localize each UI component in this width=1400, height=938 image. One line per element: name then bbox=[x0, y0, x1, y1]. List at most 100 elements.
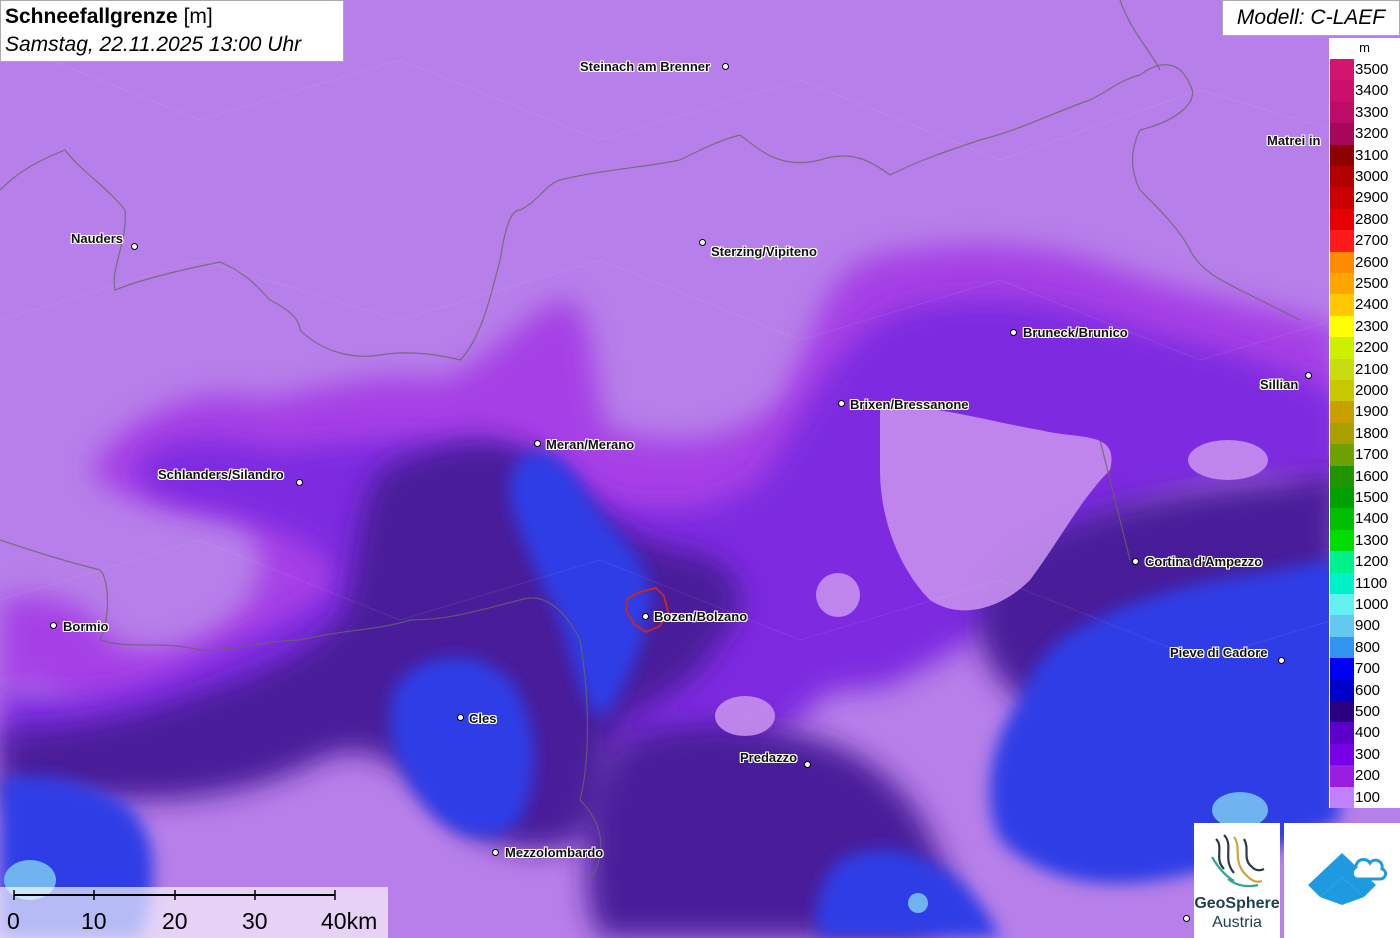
legend-row: 2700 bbox=[1329, 230, 1400, 252]
legend-label: 3300 bbox=[1355, 103, 1389, 121]
city-label-matrei: Matrei in bbox=[1267, 133, 1321, 148]
legend-label: 300 bbox=[1355, 745, 1381, 763]
legend-swatch bbox=[1330, 551, 1354, 573]
city-label-bozen: Bozen/Bolzano bbox=[654, 609, 748, 624]
city-label-bormio: Bormio bbox=[63, 619, 109, 634]
legend-swatch bbox=[1330, 658, 1354, 680]
legend-row: 400 bbox=[1329, 722, 1400, 744]
legend-swatch bbox=[1330, 636, 1354, 659]
legend-row: 2900 bbox=[1329, 187, 1400, 209]
legend-swatch bbox=[1330, 101, 1354, 124]
legend-label: 2200 bbox=[1355, 339, 1389, 357]
legend-row: 3100 bbox=[1329, 144, 1400, 166]
legend-row: 1400 bbox=[1329, 508, 1400, 530]
legend-label: 2100 bbox=[1355, 360, 1389, 378]
city-label-sillian: Sillian bbox=[1260, 377, 1299, 392]
scale-label-10: 10 bbox=[81, 908, 107, 934]
map-title: Schneefallgrenze [m] bbox=[5, 3, 339, 31]
legend-label: 700 bbox=[1355, 660, 1381, 678]
legend-swatch bbox=[1330, 166, 1354, 188]
model-label: Modell: C-LAEF bbox=[1222, 0, 1400, 36]
city-label-meran: Meran/Merano bbox=[546, 437, 635, 452]
legend-row: 100 bbox=[1329, 786, 1400, 808]
city-dot-steinach bbox=[722, 63, 729, 70]
legend-swatch bbox=[1330, 765, 1354, 787]
city-dot-brixen bbox=[838, 400, 845, 407]
legend-row: 2300 bbox=[1329, 315, 1400, 338]
legend-swatch bbox=[1330, 529, 1354, 552]
legend-swatch bbox=[1330, 315, 1354, 338]
legend-row: 1900 bbox=[1329, 401, 1400, 423]
legend-row: 2500 bbox=[1329, 273, 1400, 295]
legend-swatch bbox=[1330, 230, 1354, 252]
city-dot-nauders bbox=[131, 243, 138, 250]
legend-row: 2200 bbox=[1329, 337, 1400, 359]
legend-label: 1100 bbox=[1355, 574, 1388, 592]
legend-row: 3300 bbox=[1329, 101, 1400, 124]
legend-label: 2300 bbox=[1355, 317, 1389, 335]
legend-label: 400 bbox=[1355, 724, 1381, 742]
variable-name: Schneefallgrenze bbox=[5, 5, 178, 28]
city-label-brixen: Brixen/Bressanone bbox=[850, 397, 969, 412]
legend-label: 200 bbox=[1355, 767, 1381, 785]
city-dot-predazzo bbox=[804, 761, 811, 768]
legend-label: 2900 bbox=[1355, 189, 1389, 207]
legend-swatch bbox=[1330, 401, 1354, 423]
legend-swatch bbox=[1330, 679, 1354, 701]
city-dot-sillian bbox=[1305, 372, 1312, 379]
legend-swatch bbox=[1330, 743, 1354, 766]
legend-swatch bbox=[1330, 144, 1354, 166]
map-datetime: Samstag, 22.11.2025 13:00 Uhr bbox=[5, 33, 302, 56]
legend-swatch bbox=[1330, 422, 1354, 445]
legend-swatch bbox=[1330, 337, 1354, 359]
legend-swatch bbox=[1330, 701, 1354, 723]
legend-swatch bbox=[1330, 572, 1354, 594]
legend-label: 2000 bbox=[1355, 382, 1389, 399]
legend-label: 100 bbox=[1355, 788, 1381, 806]
variable-unit: [m] bbox=[183, 5, 213, 28]
city-dot-unlabeled bbox=[1183, 915, 1190, 922]
legend-row: 3400 bbox=[1329, 80, 1400, 102]
scale-label-20: 20 bbox=[162, 908, 188, 934]
legend-row: 2600 bbox=[1329, 251, 1400, 273]
legend-row: 300 bbox=[1329, 743, 1400, 766]
city-dot-pieve bbox=[1278, 657, 1285, 664]
legend-swatch bbox=[1330, 358, 1354, 380]
city-dot-bormio bbox=[50, 622, 57, 629]
city-dot-bozen bbox=[642, 613, 649, 620]
legend-row: 1300 bbox=[1329, 529, 1400, 552]
house-cloud-icon bbox=[1308, 853, 1388, 905]
geosphere-logo-icon bbox=[1211, 834, 1265, 888]
legend-label: 2700 bbox=[1355, 232, 1389, 250]
geosphere-logo[interactable]: GeoSphere Austria bbox=[1194, 823, 1280, 938]
legend-row: 600 bbox=[1329, 679, 1400, 701]
legend-row: 800 bbox=[1329, 636, 1400, 659]
legend-swatch bbox=[1330, 594, 1354, 616]
geosphere-logo-subtext: Austria bbox=[1212, 914, 1262, 931]
city-dot-bruneck bbox=[1010, 329, 1017, 336]
color-legend: m 3500 3400 3300 3200 3100 3000 2900 2800 2700 26… bbox=[1329, 38, 1400, 808]
legend-row: 1100 bbox=[1329, 572, 1400, 594]
weather-app-logo[interactable] bbox=[1284, 823, 1400, 938]
legend-label: 600 bbox=[1355, 681, 1381, 699]
legend-label: 3000 bbox=[1355, 168, 1389, 185]
city-label-mezzolombardo: Mezzolombardo bbox=[505, 845, 604, 860]
legend-swatch bbox=[1330, 465, 1354, 487]
legend-unit: m bbox=[1359, 40, 1370, 55]
legend-label: 1700 bbox=[1355, 446, 1389, 464]
legend-swatch bbox=[1330, 273, 1354, 295]
city-label-cortina: Cortina d'Ampezzo bbox=[1145, 554, 1263, 569]
legend-row: 1500 bbox=[1329, 487, 1400, 509]
legend-row: 3200 bbox=[1329, 123, 1400, 145]
legend-label: 1900 bbox=[1355, 403, 1389, 421]
legend-swatch bbox=[1330, 615, 1354, 637]
legend-label: 3100 bbox=[1355, 146, 1389, 164]
legend-swatch bbox=[1330, 487, 1354, 509]
legend-row: 2000 bbox=[1329, 380, 1400, 402]
legend-swatch bbox=[1330, 380, 1354, 402]
legend-swatch bbox=[1330, 123, 1354, 145]
legend-label: 1400 bbox=[1355, 510, 1389, 528]
legend-label: 900 bbox=[1355, 617, 1381, 635]
legend-row: 2100 bbox=[1329, 358, 1400, 380]
city-label-predazzo: Predazzo bbox=[740, 750, 798, 765]
